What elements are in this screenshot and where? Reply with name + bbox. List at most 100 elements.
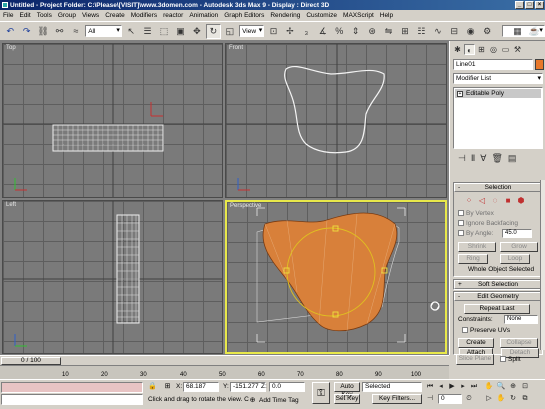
prev-frame-icon[interactable]: ◂	[436, 382, 446, 392]
snap-toggle-icon[interactable]: ₃	[299, 24, 313, 39]
configure-sets-icon[interactable]: ▤	[508, 153, 517, 164]
fov-icon[interactable]: ▷	[484, 394, 494, 404]
pin-stack-icon[interactable]: ⊣	[458, 153, 466, 164]
shrink-button[interactable]: Shrink	[458, 242, 496, 252]
quick-render-icon[interactable]: ☕	[527, 24, 542, 39]
utilities-tab-icon[interactable]: ⚒	[512, 44, 523, 55]
menu-modifiers[interactable]: Modifiers	[131, 12, 157, 19]
motion-tab-icon[interactable]: ◎	[488, 44, 499, 55]
zoom-all-icon[interactable]: ⊕	[508, 382, 518, 392]
schematic-view-icon[interactable]: ⊟	[447, 24, 461, 39]
remove-modifier-icon[interactable]: 🗑	[491, 153, 502, 164]
time-slider[interactable]: 0 / 100	[1, 357, 61, 365]
maximize-viewport-icon[interactable]: ⧉	[520, 394, 530, 404]
menu-views[interactable]: Views	[82, 12, 99, 19]
undo-icon[interactable]: ↶	[3, 24, 17, 39]
named-selection-icon[interactable]: ⊛	[365, 24, 379, 39]
viewport-top[interactable]: Top	[2, 43, 223, 198]
modify-tab-icon[interactable]: ◐	[464, 43, 475, 55]
make-unique-icon[interactable]: ∀	[480, 153, 486, 164]
by-vertex-checkbox[interactable]: By Vertex	[458, 210, 494, 217]
object-name-field[interactable]: Line01	[453, 59, 533, 70]
lock-selection-icon[interactable]: 🔒	[148, 382, 157, 391]
window-crossing-icon[interactable]: ▣	[173, 24, 187, 39]
hierarchy-tab-icon[interactable]: ⊞	[476, 44, 487, 55]
percent-snap-icon[interactable]: %	[332, 24, 346, 39]
pan-icon[interactable]: ✋	[484, 382, 494, 392]
expand-icon[interactable]: +	[457, 90, 463, 97]
menu-create[interactable]: Create	[105, 12, 125, 19]
minimize-button[interactable]: _	[515, 1, 524, 9]
menu-animation[interactable]: Animation	[189, 12, 218, 19]
ignore-backfacing-checkbox[interactable]: Ignore Backfacing	[458, 220, 518, 227]
viewport-perspective[interactable]: Perspective	[225, 200, 447, 354]
unlink-icon[interactable]: ⚯	[52, 24, 66, 39]
object-color-swatch[interactable]	[535, 59, 544, 70]
viewport-front[interactable]: Front	[225, 43, 447, 198]
soft-selection-rollout-header[interactable]: + Soft Selection	[454, 280, 542, 289]
add-time-tag[interactable]: Add Time Tag	[259, 397, 299, 404]
menu-graph-editors[interactable]: Graph Editors	[224, 12, 264, 19]
close-button[interactable]: ×	[535, 1, 544, 9]
select-manipulate-icon[interactable]: ✢	[283, 24, 297, 39]
pan-view-icon[interactable]: ✋	[496, 394, 506, 404]
pivot-center-icon[interactable]: ⊡	[266, 24, 280, 39]
create-button[interactable]: Create	[458, 338, 494, 348]
menu-maxscript[interactable]: MAXScript	[343, 12, 374, 19]
repeat-last-button[interactable]: Repeat Last	[464, 304, 530, 314]
menu-tools[interactable]: Tools	[37, 12, 52, 19]
material-editor-icon[interactable]: ◉	[464, 24, 478, 39]
play-icon[interactable]: ▶	[447, 382, 457, 392]
polygon-level-icon[interactable]: ■	[503, 195, 513, 205]
split-checkbox[interactable]: Split	[500, 356, 521, 363]
render-frame-icon[interactable]: ▦	[510, 24, 525, 39]
track-bar[interactable]: 10 20 30 40 50 60 70 80 90 100	[0, 365, 449, 379]
redo-icon[interactable]: ↷	[19, 24, 33, 39]
arc-rotate-icon[interactable]: ↻	[508, 394, 518, 404]
angle-value-field[interactable]: 45.0	[502, 229, 532, 238]
maximize-button[interactable]: □	[525, 1, 534, 9]
element-level-icon[interactable]: ⬢	[516, 195, 526, 205]
selection-rollout-header[interactable]: - Selection	[454, 183, 542, 192]
menu-file[interactable]: File	[3, 12, 13, 19]
menu-rendering[interactable]: Rendering	[270, 12, 300, 19]
command-panel-scrollbar[interactable]	[540, 180, 545, 350]
vertex-level-icon[interactable]: ⁘	[464, 195, 474, 205]
constraints-dropdown[interactable]: None	[504, 315, 538, 324]
edit-geometry-rollout-header[interactable]: - Edit Geometry	[454, 292, 542, 301]
ring-button[interactable]: Ring	[458, 254, 488, 264]
menu-customize[interactable]: Customize	[306, 12, 337, 19]
set-key-button[interactable]: Set Key	[334, 394, 360, 404]
display-tab-icon[interactable]: ▭	[500, 44, 511, 55]
preserve-uvs-checkbox[interactable]: Preserve UVs	[462, 327, 510, 334]
bind-spacewarp-icon[interactable]: ≈	[69, 24, 83, 39]
select-move-icon[interactable]: ✥	[190, 24, 204, 39]
key-filters-button[interactable]: Key Filters...	[372, 394, 422, 404]
angle-snap-icon[interactable]: ∡	[316, 24, 330, 39]
z-coord-field[interactable]: 0.0	[269, 382, 305, 392]
mirror-icon[interactable]: ⇋	[381, 24, 395, 39]
rect-selection-icon[interactable]: ⬚	[157, 24, 171, 39]
time-config-icon[interactable]: ⏲	[464, 394, 474, 404]
select-rotate-icon[interactable]: ↻	[206, 23, 221, 39]
auto-key-button[interactable]: Auto Key	[334, 382, 360, 398]
menu-help[interactable]: Help	[380, 12, 393, 19]
edge-level-icon[interactable]: ◁	[477, 195, 487, 205]
slice-plane-button[interactable]: Slice Plane	[456, 354, 494, 365]
spinner-snap-icon[interactable]: ⇕	[348, 24, 362, 39]
go-to-end-icon[interactable]: ⏭	[469, 382, 479, 392]
viewport-left[interactable]: Left	[2, 200, 223, 354]
layer-manager-icon[interactable]: ☷	[414, 24, 428, 39]
by-angle-checkbox[interactable]: By Angle:	[458, 230, 493, 237]
select-scale-icon[interactable]: ◱	[223, 24, 237, 39]
modifier-list-dropdown[interactable]: Modifier List	[453, 73, 543, 84]
ref-coord-dropdown[interactable]: View	[239, 25, 265, 37]
menu-reactor[interactable]: reactor	[163, 12, 183, 19]
stack-item-editable-poly[interactable]: + Editable Poly	[455, 89, 541, 98]
zoom-icon[interactable]: 🔍	[496, 382, 506, 392]
key-mode-icon[interactable]: ⊣	[425, 394, 435, 404]
curve-editor-icon[interactable]: ∿	[431, 24, 445, 39]
absolute-mode-icon[interactable]: ⊞	[163, 382, 172, 391]
select-object-icon[interactable]: ↖	[124, 24, 138, 39]
x-coord-field[interactable]: 68.187	[183, 382, 219, 392]
